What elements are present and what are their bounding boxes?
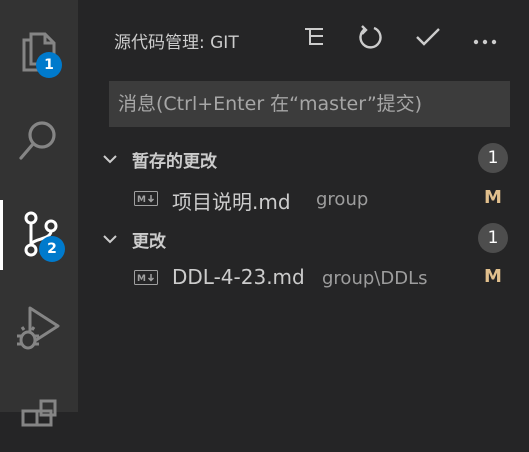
staged-file-status: M	[484, 187, 502, 208]
more-actions-icon	[473, 30, 497, 49]
staged-changes-group[interactable]: 暂存的更改 1	[78, 138, 529, 178]
source-control-button[interactable]: 2	[0, 200, 78, 270]
staged-file-path: group	[316, 189, 369, 210]
markdown-icon: M	[134, 191, 158, 210]
staged-file-name: 项目说明.md	[172, 190, 291, 214]
scm-sidebar: 源代码管理: GIT 消息(Ctrl+Enter 在“master”提交) 暂存…	[78, 0, 529, 412]
search-icon	[17, 118, 61, 164]
refresh-button[interactable]	[355, 24, 385, 54]
view-as-tree-icon	[303, 26, 325, 52]
chevron-down-icon	[102, 150, 118, 169]
view-as-tree-button[interactable]	[299, 24, 329, 54]
changed-file-status: M	[484, 266, 502, 287]
extensions-button[interactable]	[0, 382, 78, 452]
changes-count-badge: 1	[478, 223, 508, 253]
staged-file-row[interactable]: M 项目说明.md group M	[78, 179, 529, 219]
changes-label: 更改	[132, 232, 166, 252]
run-debug-icon	[16, 302, 62, 352]
commit-message-input[interactable]	[109, 81, 510, 127]
changes-group[interactable]: 更改 1	[78, 218, 529, 258]
source-control-badge: 2	[39, 236, 65, 262]
changed-file-path: group\DDLs	[322, 268, 428, 289]
scm-header: 源代码管理: GIT	[78, 0, 529, 78]
extensions-icon	[17, 395, 61, 439]
activity-bar: 1 2	[0, 0, 78, 427]
commit-check-icon	[415, 26, 441, 52]
explorer-button[interactable]: 1	[0, 14, 78, 84]
more-actions-button[interactable]	[470, 24, 500, 54]
refresh-icon	[357, 24, 383, 54]
explorer-badge: 1	[36, 52, 62, 78]
scm-title: 源代码管理: GIT	[114, 33, 239, 53]
commit-button[interactable]	[413, 24, 443, 54]
changed-file-row[interactable]: M DDL-4-23.md group\DDLs M	[78, 258, 529, 298]
changed-file-name: DDL-4-23.md	[172, 265, 305, 289]
chevron-down-icon	[102, 230, 118, 249]
staged-count-badge: 1	[478, 143, 508, 173]
markdown-icon: M	[134, 270, 158, 289]
svg-text:M: M	[137, 195, 146, 205]
search-button[interactable]	[0, 106, 78, 176]
run-debug-button[interactable]	[0, 292, 78, 362]
staged-changes-label: 暂存的更改	[132, 152, 217, 172]
svg-text:M: M	[137, 274, 146, 284]
